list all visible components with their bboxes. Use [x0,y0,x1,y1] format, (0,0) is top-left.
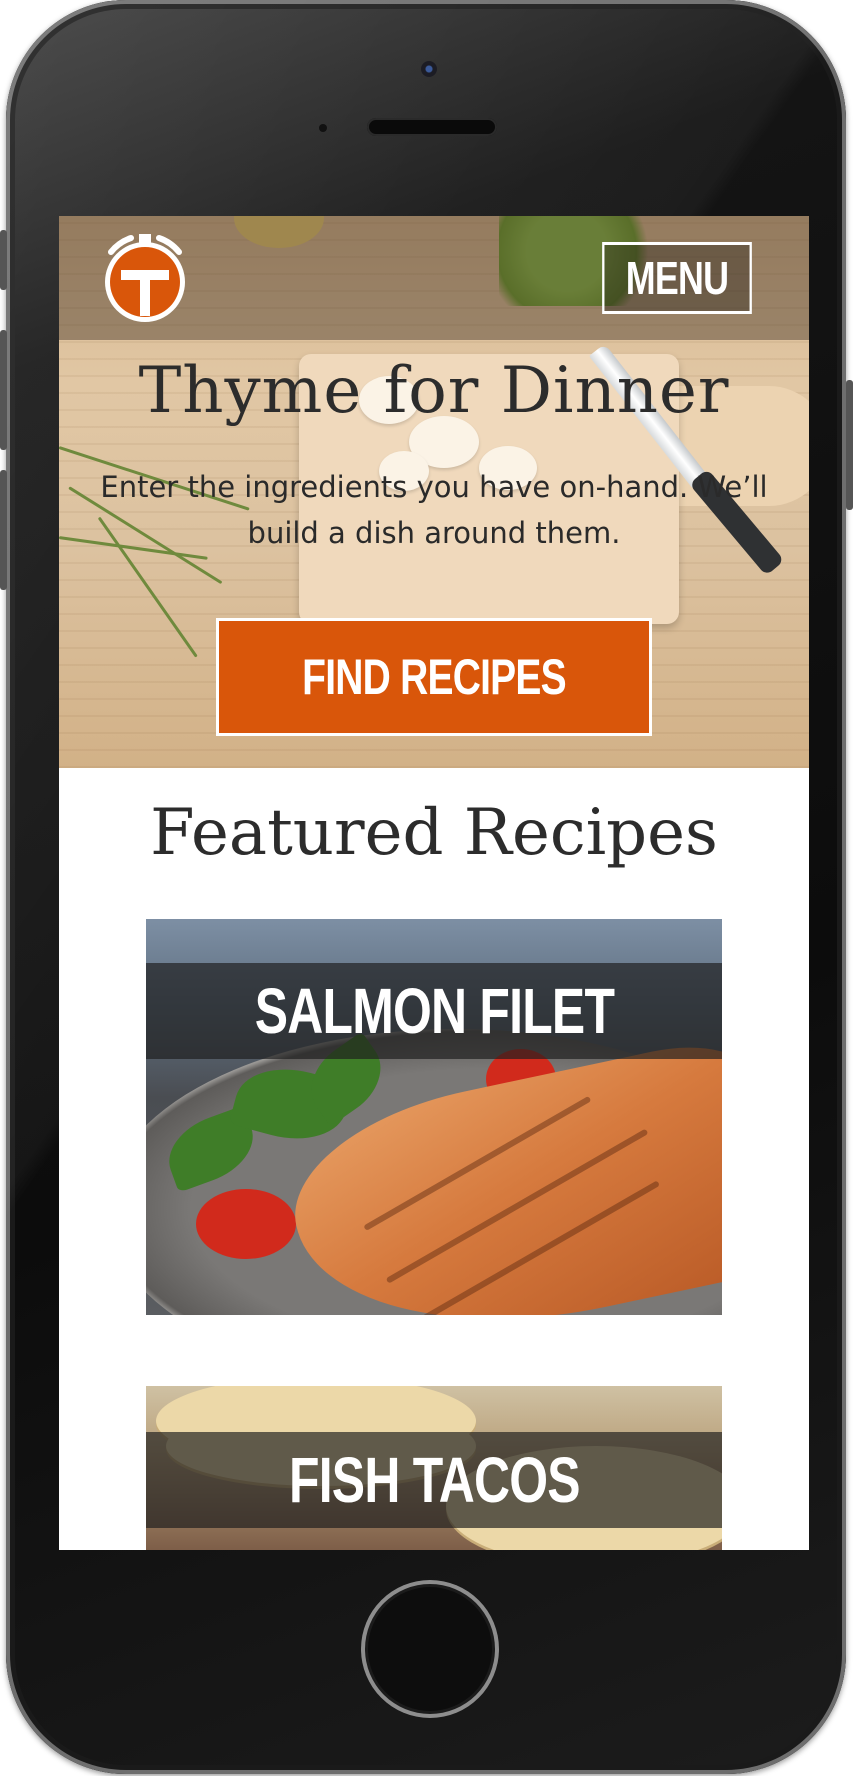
mute-switch [0,230,7,290]
home-button[interactable] [361,1580,499,1718]
phone-frame: MENU Thyme for Dinner Enter the ingredie… [6,0,846,1774]
featured-recipes-heading: Featured Recipes [150,796,718,870]
page-title: Thyme for Dinner [138,354,730,428]
recipe-title: SALMON FILET [254,975,614,1047]
find-recipes-button[interactable]: FIND RECIPES [216,618,652,736]
recipe-title-banner: FISH TACOS [146,1432,722,1528]
front-camera [421,61,437,77]
grill-mark [363,1095,592,1232]
thyme-timer-logo-icon[interactable] [97,230,193,326]
power-button [846,380,853,510]
recipe-card-fish-tacos[interactable]: FISH TACOS [146,1386,722,1550]
hero-section: MENU Thyme for Dinner Enter the ingredie… [59,216,809,768]
hero-subtitle: Enter the ingredients you have on-hand. … [100,470,768,550]
volume-up-button [0,330,7,450]
recipe-title: FISH TACOS [288,1444,581,1516]
volume-down-button [0,470,7,590]
recipe-card-salmon[interactable]: SALMON FILET [146,919,722,1315]
find-recipes-label: FIND RECIPES [302,649,566,705]
recipe-title-banner: SALMON FILET [146,963,722,1059]
grill-mark [414,1180,660,1315]
earpiece-speaker [367,118,497,136]
menu-button[interactable]: MENU [602,242,752,314]
recipe-photo-tomato [196,1189,296,1259]
app-screen: MENU Thyme for Dinner Enter the ingredie… [59,216,809,1550]
proximity-sensor [319,124,327,132]
